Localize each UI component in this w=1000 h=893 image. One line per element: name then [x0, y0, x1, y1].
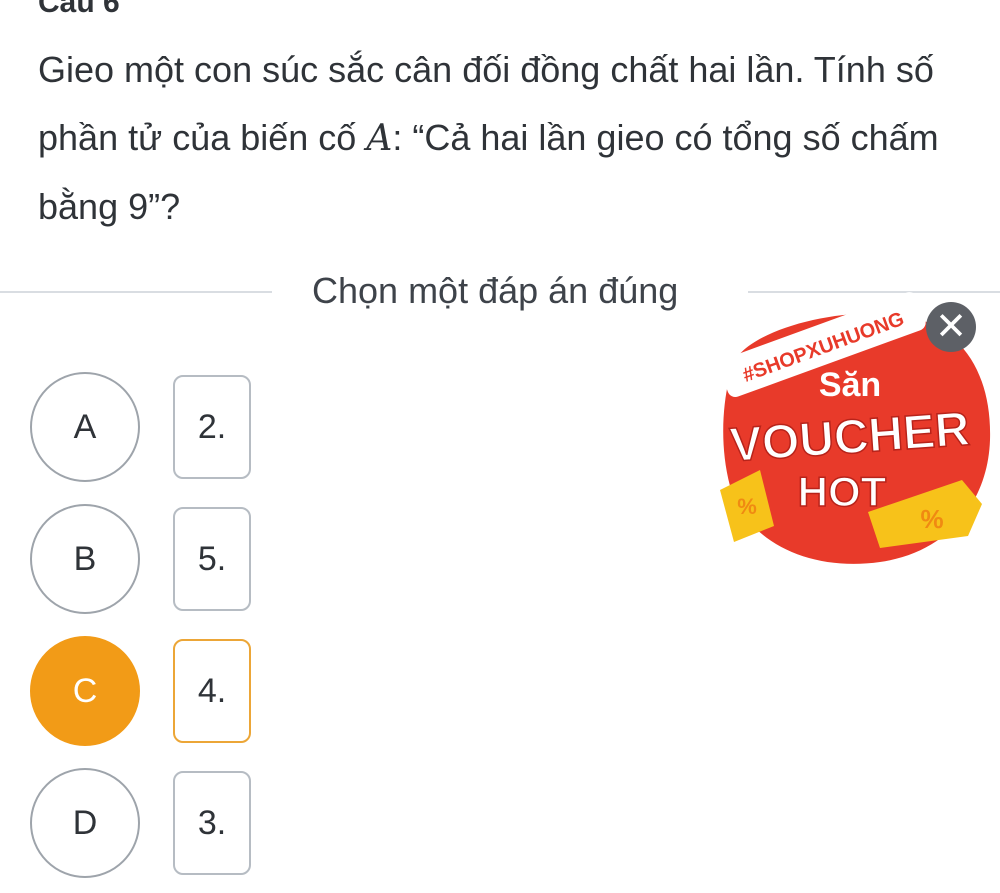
option-value[interactable]: 5.	[173, 507, 251, 611]
answer-option-a[interactable]: A 2.	[30, 372, 270, 482]
divider-line-left	[0, 291, 272, 293]
option-letter[interactable]: D	[30, 768, 140, 878]
instruction-text: Chọn một đáp án đúng	[312, 270, 679, 311]
option-value[interactable]: 2.	[173, 375, 251, 479]
option-value[interactable]: 4.	[173, 639, 251, 743]
close-icon[interactable]: ✕	[926, 302, 976, 352]
option-letter[interactable]: A	[30, 372, 140, 482]
voucher-promo-badge[interactable]: #SHOPXUHUONG Săn VOUCHER % % HOT ✕	[700, 290, 1000, 570]
question-title: Câu 6	[38, 0, 120, 19]
answer-option-b[interactable]: B 5.	[30, 504, 270, 614]
promo-line-1: Săn	[819, 366, 881, 404]
right-coupon-percent: %	[920, 504, 943, 534]
event-variable: A	[366, 118, 393, 159]
question-text: Gieo một con súc sắc cân đối đồng chất h…	[38, 36, 968, 241]
answer-option-c[interactable]: C 4.	[30, 636, 270, 746]
answer-option-d[interactable]: D 3.	[30, 768, 270, 878]
left-coupon-percent: %	[737, 494, 757, 519]
promo-line-3: HOT	[798, 468, 887, 515]
option-letter[interactable]: C	[30, 636, 140, 746]
option-value[interactable]: 3.	[173, 771, 251, 875]
option-letter[interactable]: B	[30, 504, 140, 614]
